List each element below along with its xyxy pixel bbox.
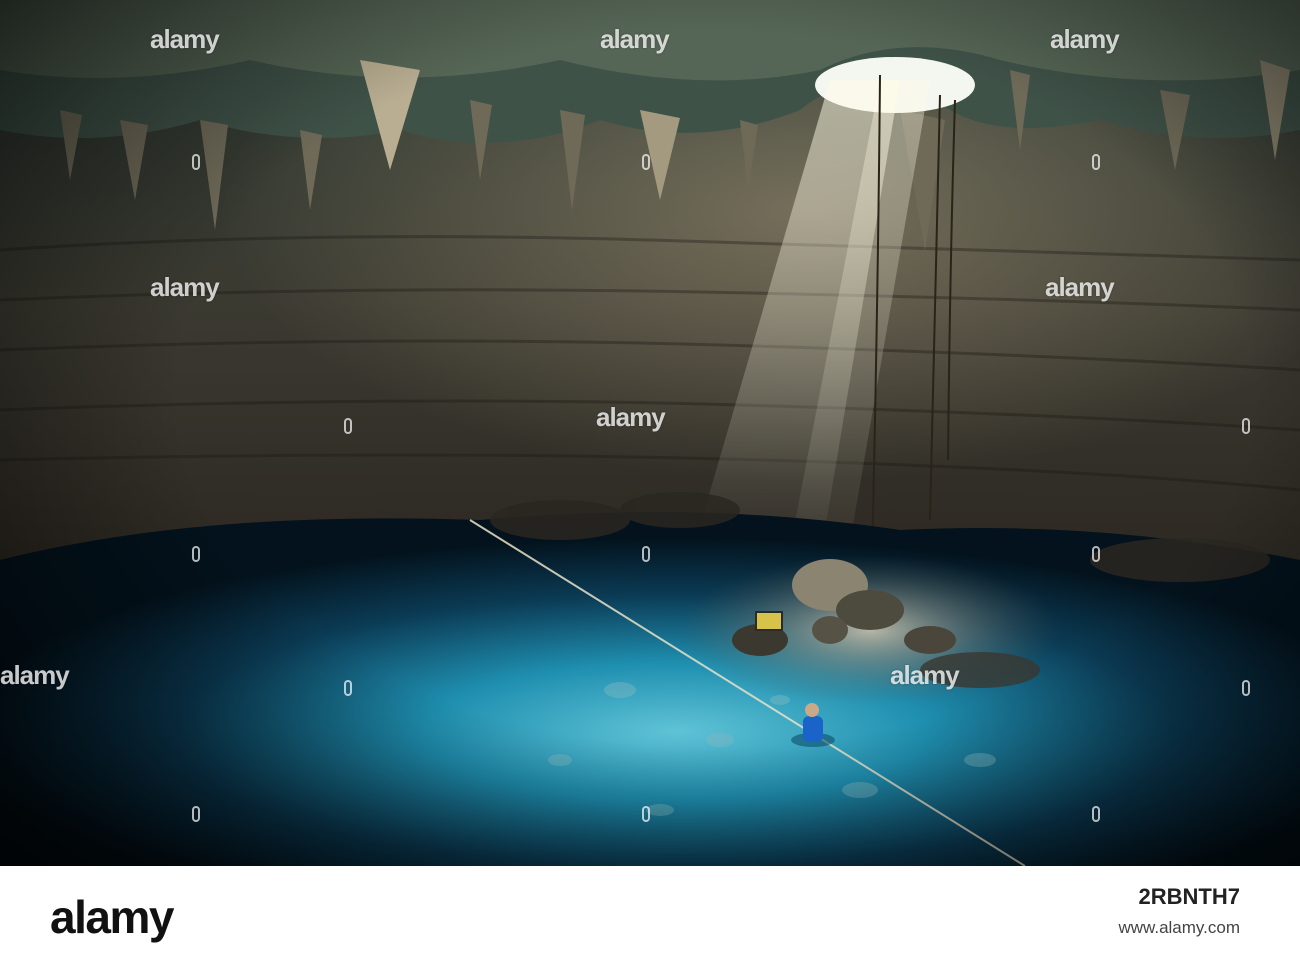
cenote-photo: alamy alamy alamy alamy alamy alamy alam… <box>0 0 1300 866</box>
watermark-mark <box>192 154 200 170</box>
watermark-mark <box>1242 418 1250 434</box>
watermark-mark <box>1092 546 1100 562</box>
stock-footer: alamy 2RBNTH7 www.alamy.com <box>0 866 1300 956</box>
watermark-mark <box>1242 680 1250 696</box>
site-link[interactable]: www.alamy.com <box>1118 918 1240 938</box>
watermark-mark <box>344 680 352 696</box>
image-id: 2RBNTH7 <box>1138 884 1240 909</box>
watermark-mark <box>642 806 650 822</box>
watermark-mark <box>1092 806 1100 822</box>
watermark-mark <box>642 154 650 170</box>
cenote-scene <box>0 0 1300 866</box>
watermark-mark <box>642 546 650 562</box>
watermark-mark <box>1092 154 1100 170</box>
watermark-mark <box>192 546 200 562</box>
brand-logo[interactable]: alamy <box>50 890 174 944</box>
watermark-mark <box>192 806 200 822</box>
watermark-mark <box>344 418 352 434</box>
